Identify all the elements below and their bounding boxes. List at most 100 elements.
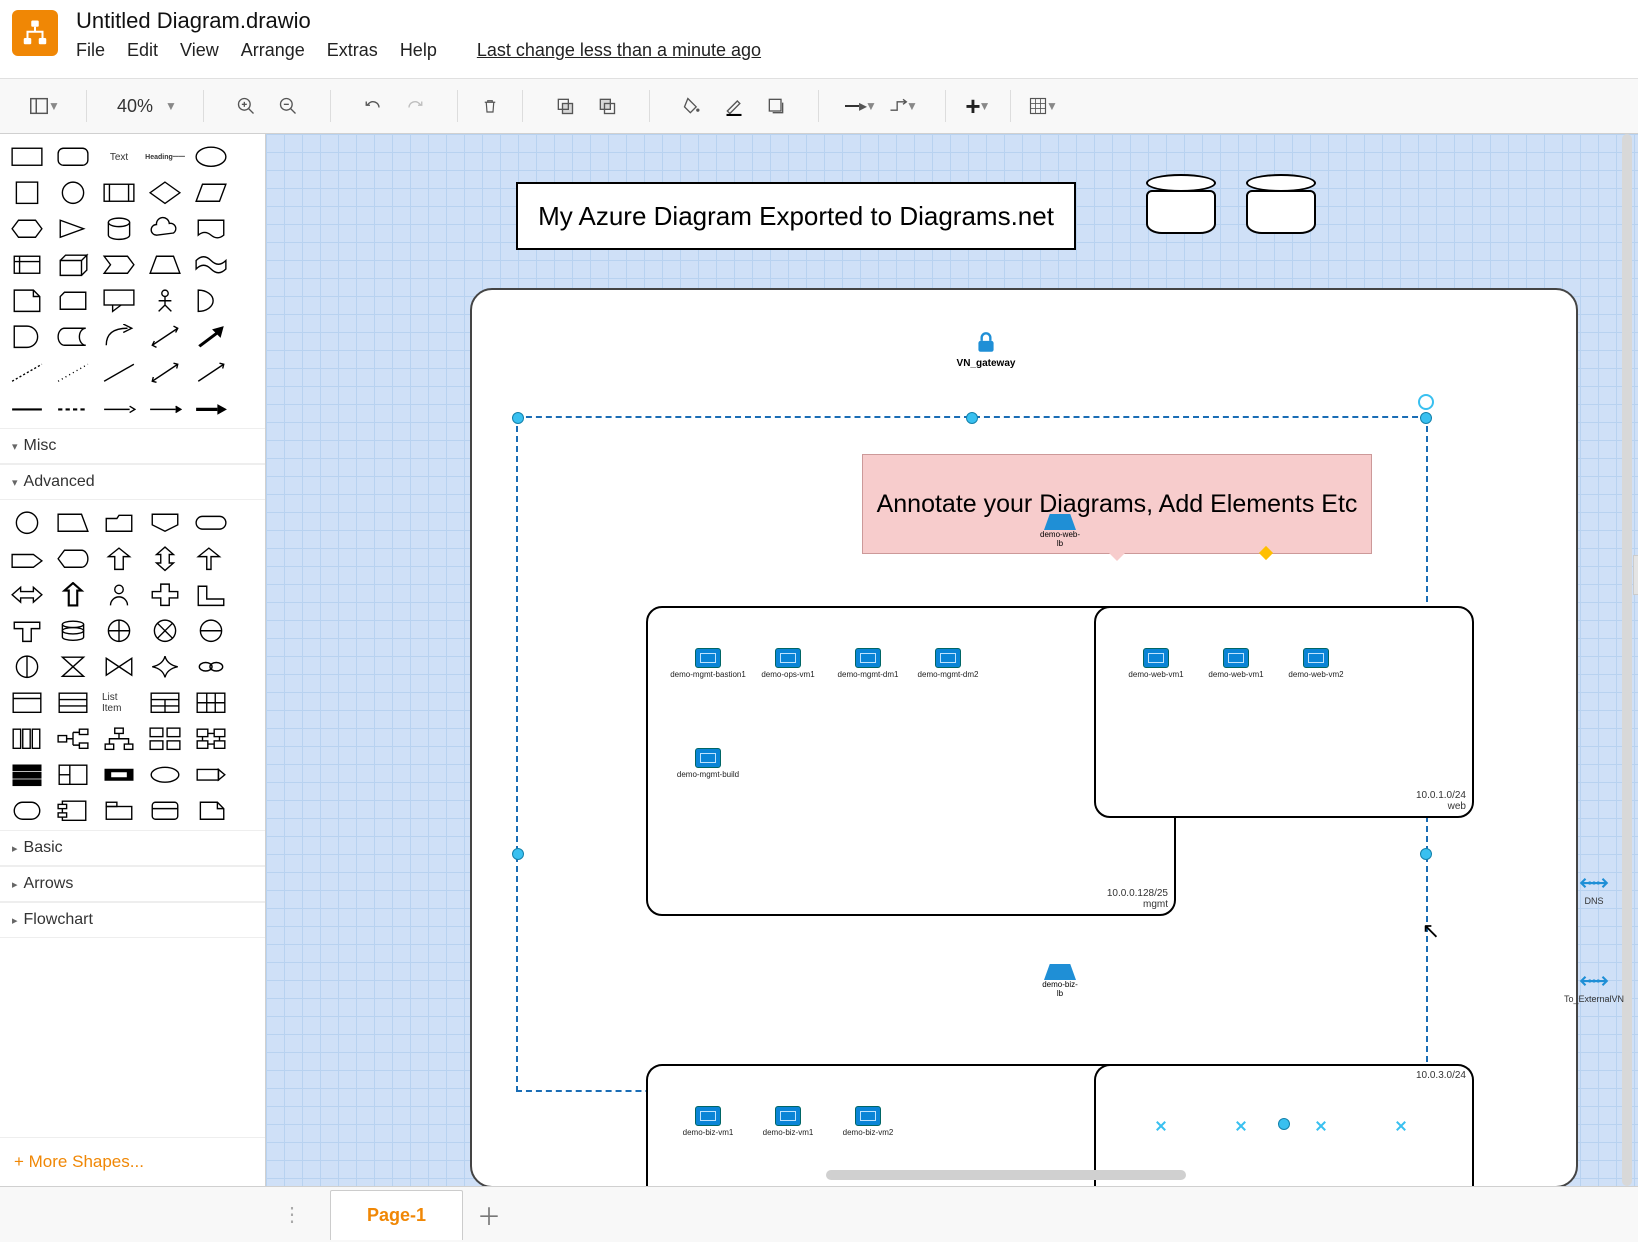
shape-note[interactable] xyxy=(10,288,44,314)
vertical-scrollbar[interactable] xyxy=(1622,134,1632,1186)
section-misc[interactable]: Misc xyxy=(0,428,265,464)
adv-columns[interactable] xyxy=(10,726,44,752)
adv-trapezoid[interactable] xyxy=(56,510,90,536)
more-shapes-button[interactable]: + More Shapes... xyxy=(0,1137,265,1186)
adv-package[interactable] xyxy=(102,798,136,824)
adv-corner[interactable] xyxy=(194,582,228,608)
adv-terminator[interactable] xyxy=(194,510,228,536)
table-button[interactable]: ▼ xyxy=(1027,90,1059,122)
shape-curve-arrow[interactable] xyxy=(102,324,136,350)
adv-component[interactable] xyxy=(56,798,90,824)
redo-button[interactable] xyxy=(399,90,431,122)
vm-mgmt-4[interactable]: demo-mgmt-dm2 xyxy=(908,648,988,679)
diagram-title-box[interactable]: My Azure Diagram Exported to Diagrams.ne… xyxy=(516,182,1076,250)
shape-diamond[interactable] xyxy=(148,180,182,206)
delete-button[interactable] xyxy=(474,90,506,122)
shape-actor[interactable] xyxy=(148,288,182,314)
shape-and[interactable] xyxy=(10,324,44,350)
adv-table2[interactable] xyxy=(148,690,182,716)
shadow-button[interactable] xyxy=(760,90,792,122)
adv-table3[interactable] xyxy=(194,690,228,716)
waypoints-button[interactable]: ▼ xyxy=(887,90,919,122)
shape-or[interactable] xyxy=(194,288,228,314)
vm-web-2[interactable]: demo-web-vm1 xyxy=(1196,648,1276,679)
shape-internal-storage[interactable] xyxy=(10,252,44,278)
line-color-button[interactable] xyxy=(718,90,750,122)
adv-org[interactable] xyxy=(148,726,182,752)
app-logo[interactable] xyxy=(12,10,58,56)
adv-thick-up[interactable] xyxy=(56,582,90,608)
adv-hier-h[interactable] xyxy=(56,726,90,752)
doc-title[interactable]: Untitled Diagram.drawio xyxy=(76,8,761,34)
tab-page-1[interactable]: Page-1 xyxy=(330,1190,463,1240)
menu-help[interactable]: Help xyxy=(400,40,437,61)
peer-top[interactable]: demo-web-lb xyxy=(1040,514,1080,548)
web-container[interactable]: demo-web-vm1 demo-web-vm1 demo-web-vm2 1… xyxy=(1094,606,1474,818)
adv-listitem[interactable]: List Item xyxy=(102,690,136,716)
shape-trapezoid[interactable] xyxy=(148,252,182,278)
adv-arrow-up[interactable] xyxy=(102,546,136,572)
shape-edge4[interactable] xyxy=(148,396,182,422)
shape-edge1[interactable] xyxy=(10,396,44,422)
shape-line-dotted[interactable] xyxy=(56,360,90,386)
add-page-button[interactable]: ＋ xyxy=(469,1195,509,1235)
shape-datastore[interactable] xyxy=(56,324,90,350)
adv-state[interactable] xyxy=(148,798,182,824)
vm-mgmt-3[interactable]: demo-mgmt-dm1 xyxy=(828,648,908,679)
shape-parallelogram[interactable] xyxy=(194,180,228,206)
adv-circle-half[interactable] xyxy=(194,618,228,644)
adv-rows[interactable] xyxy=(10,762,44,788)
adv-hourglass[interactable] xyxy=(56,654,90,680)
menu-file[interactable]: File xyxy=(76,40,105,61)
menu-edit[interactable]: Edit xyxy=(127,40,158,61)
adv-tee[interactable] xyxy=(10,618,44,644)
vm-mgmt-5[interactable]: demo-mgmt-build xyxy=(668,748,748,779)
section-flowchart[interactable]: Flowchart xyxy=(0,902,265,938)
shape-edge2[interactable] xyxy=(56,396,90,422)
connection-button[interactable]: ▸▼ xyxy=(845,90,877,122)
adv-process2[interactable] xyxy=(102,762,136,788)
vm-biz-2[interactable]: demo-biz-vm1 xyxy=(748,1106,828,1137)
adv-window[interactable] xyxy=(10,690,44,716)
adv-bowtie[interactable] xyxy=(102,654,136,680)
adv-barrel[interactable] xyxy=(56,618,90,644)
shape-edge5[interactable] xyxy=(194,396,228,422)
zoom-level[interactable]: 40% xyxy=(113,96,157,117)
adv-cross[interactable] xyxy=(148,582,182,608)
last-change-link[interactable]: Last change less than a minute ago xyxy=(477,40,761,61)
shape-can-2[interactable] xyxy=(1246,174,1316,234)
adv-flag[interactable] xyxy=(148,510,182,536)
adv-hier-v[interactable] xyxy=(102,726,136,752)
menu-view[interactable]: View xyxy=(180,40,219,61)
shape-biarrow[interactable] xyxy=(148,324,182,350)
adv-circle[interactable] xyxy=(10,510,44,536)
horizontal-scrollbar[interactable] xyxy=(826,1170,1186,1180)
shape-callout[interactable] xyxy=(102,288,136,314)
adv-person[interactable] xyxy=(102,582,136,608)
fill-color-button[interactable] xyxy=(676,90,708,122)
adv-folder[interactable] xyxy=(102,510,136,536)
adv-layout[interactable] xyxy=(56,762,90,788)
adv-label-box[interactable] xyxy=(194,762,228,788)
adv-corner-arrow[interactable] xyxy=(194,546,228,572)
adv-arrow-updown[interactable] xyxy=(148,546,182,572)
vm-web-1[interactable]: demo-web-vm1 xyxy=(1116,648,1196,679)
shape-thick-arrow[interactable] xyxy=(194,324,228,350)
shape-cylinder[interactable] xyxy=(102,216,136,242)
adv-oval-filled[interactable] xyxy=(148,762,182,788)
right-panel-resize-handle[interactable] xyxy=(1633,555,1638,595)
undo-button[interactable] xyxy=(357,90,389,122)
vm-mgmt-1[interactable]: demo-mgmt-bastion1 xyxy=(668,648,748,679)
insert-button[interactable]: +▼ xyxy=(962,90,994,122)
shape-can-1[interactable] xyxy=(1146,174,1216,234)
sel-handle-mid[interactable] xyxy=(1278,1118,1290,1130)
menu-extras[interactable]: Extras xyxy=(327,40,378,61)
canvas[interactable]: My Azure Diagram Exported to Diagrams.ne… xyxy=(266,134,1638,1186)
section-arrows[interactable]: Arrows xyxy=(0,866,265,902)
to-front-button[interactable] xyxy=(549,90,581,122)
shape-hexagon[interactable] xyxy=(10,216,44,242)
adv-arrow-lr[interactable] xyxy=(10,582,44,608)
shape-line-dashed[interactable] xyxy=(10,360,44,386)
ext-dns[interactable]: DNS xyxy=(1564,872,1624,906)
adv-list[interactable] xyxy=(56,690,90,716)
